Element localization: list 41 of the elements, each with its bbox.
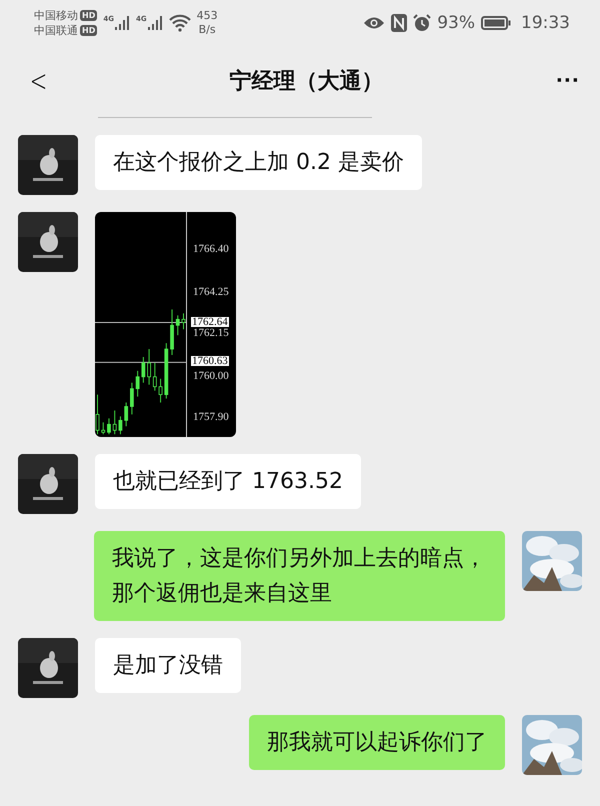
price-label: 1760.00 [193, 370, 229, 381]
candle [170, 308, 174, 356]
nfc-icon [391, 14, 408, 32]
message-bubble: 也就已经到了 1763.52 [95, 454, 361, 509]
battery-percent: 93% [437, 12, 475, 32]
message-bubble: 那我就可以起诉你们了 [249, 715, 505, 770]
price-label: 1762.15 [193, 328, 229, 338]
price-marker: 1762.64 [191, 316, 229, 327]
message-bubble: 在这个报价之上加 0.2 是卖价 [95, 135, 422, 190]
candle [164, 342, 168, 400]
price-label: 1766.40 [193, 244, 229, 254]
more-button[interactable]: ··· [556, 67, 580, 95]
price-marker: 1760.63 [191, 356, 229, 366]
price-label: 1757.90 [193, 412, 229, 422]
candle [107, 418, 111, 435]
wifi-icon [168, 14, 191, 32]
back-button[interactable]: < [26, 64, 52, 98]
battery-icon [481, 16, 511, 30]
carrier-name: 中国移动 [34, 8, 78, 22]
eye-icon [363, 16, 386, 30]
message-bubble: 我说了，这是你们另外加上去的暗点，那个返佣也是来自这里 [94, 531, 505, 621]
chat-title: 宁经理（大通） [230, 68, 384, 96]
signal-icon [146, 14, 163, 30]
hd-badge: HD [80, 10, 98, 20]
candle [152, 362, 157, 392]
price-label: 1764.25 [193, 286, 229, 297]
candle [176, 314, 180, 336]
candle [147, 348, 151, 386]
alarm-icon [413, 14, 432, 32]
clock: 19:33 [521, 12, 570, 32]
candle [124, 402, 128, 427]
candle [182, 312, 186, 330]
hd-badge: HD [80, 24, 98, 36]
message-bubble: 是加了没错 [95, 638, 241, 693]
candle [130, 382, 134, 415]
candle [118, 416, 122, 435]
carrier-name: 中国联通 [34, 22, 78, 38]
network-speed: 453 [196, 8, 218, 22]
signal-icon [114, 14, 130, 30]
speed-unit: B/s [198, 22, 216, 36]
candle [158, 378, 162, 404]
